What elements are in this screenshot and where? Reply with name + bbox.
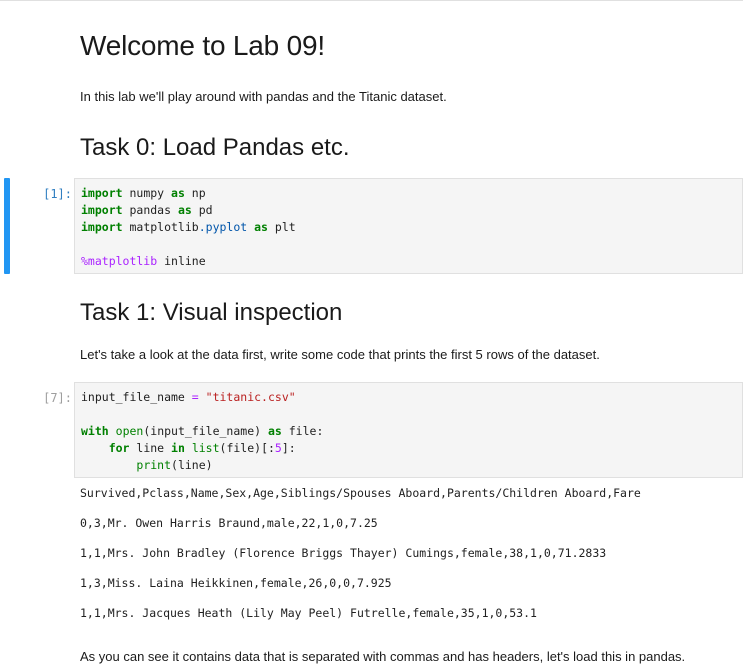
notebook: Welcome to Lab 09! In this lab we'll pla… (0, 0, 743, 672)
notebook-title: Welcome to Lab 09! (80, 30, 325, 61)
output-line: 1,1,Mrs. Jacques Heath (Lily May Peel) F… (80, 606, 537, 620)
code-token: open (115, 424, 144, 438)
code-token: (input_file_name) (143, 424, 268, 438)
code-token: as (267, 424, 282, 438)
code-token: .pyplot (198, 220, 248, 234)
code-cell-7-source[interactable]: input_file_name = "titanic.csv" with ope… (81, 389, 323, 474)
code-cell-7[interactable]: input_file_name = "titanic.csv" with ope… (74, 382, 743, 478)
task0-heading: Task 0: Load Pandas etc. (80, 134, 350, 161)
code-token: in (171, 441, 185, 455)
code-token: print (136, 458, 172, 472)
code-token: as (254, 220, 268, 234)
code-token: plt (267, 220, 296, 234)
code-token: import (81, 186, 123, 200)
code-token: pandas (122, 203, 178, 217)
output-line: 1,3,Miss. Laina Heikkinen,female,26,0,0,… (80, 576, 392, 590)
code-token: pd (191, 203, 213, 217)
output-line: 1,1,Mrs. John Bradley (Florence Briggs T… (80, 546, 607, 560)
code-cell-1-source[interactable]: import numpy as np import pandas as pd i… (81, 185, 296, 270)
code-token: input_file_name (81, 390, 192, 404)
code-token: import (81, 203, 123, 217)
code-token: as (177, 203, 192, 217)
task1-description: Let's take a look at the data first, wri… (80, 347, 600, 362)
code-token: inline (157, 254, 206, 268)
code-token: np (184, 186, 206, 200)
task1-heading: Task 1: Visual inspection (80, 299, 343, 326)
code-token: with (81, 424, 109, 438)
cell-1-prompt: [1]: (43, 187, 72, 201)
output-line: Survived,Pclass,Name,Sex,Age,Siblings/Sp… (80, 486, 641, 500)
code-cell-1[interactable]: import numpy as np import pandas as pd i… (74, 178, 743, 274)
code-token: "titanic.csv" (205, 390, 296, 404)
intro-text: In this lab we'll play around with panda… (80, 89, 447, 104)
code-token: = (191, 390, 199, 404)
code-token: as (171, 186, 185, 200)
code-token: numpy (122, 186, 172, 200)
code-token: for (108, 441, 130, 455)
code-token: (line) (171, 458, 213, 472)
output-line: 0,3,Mr. Owen Harris Braund,male,22,1,0,7… (80, 516, 378, 530)
code-token: matplotlib (122, 220, 199, 234)
code-token: import (81, 220, 123, 234)
top-border (0, 0, 743, 1)
code-token: ]: (281, 441, 296, 455)
cell-7-prompt: [7]: (43, 391, 72, 405)
code-token: (file)[: (219, 441, 275, 455)
code-token: %matplotlib (81, 254, 158, 268)
code-token: list (191, 441, 220, 455)
code-token: 5 (274, 441, 282, 455)
code-token: file: (281, 424, 324, 438)
code-token: line (129, 441, 172, 455)
conclusion-text: As you can see it contains data that is … (80, 649, 686, 664)
